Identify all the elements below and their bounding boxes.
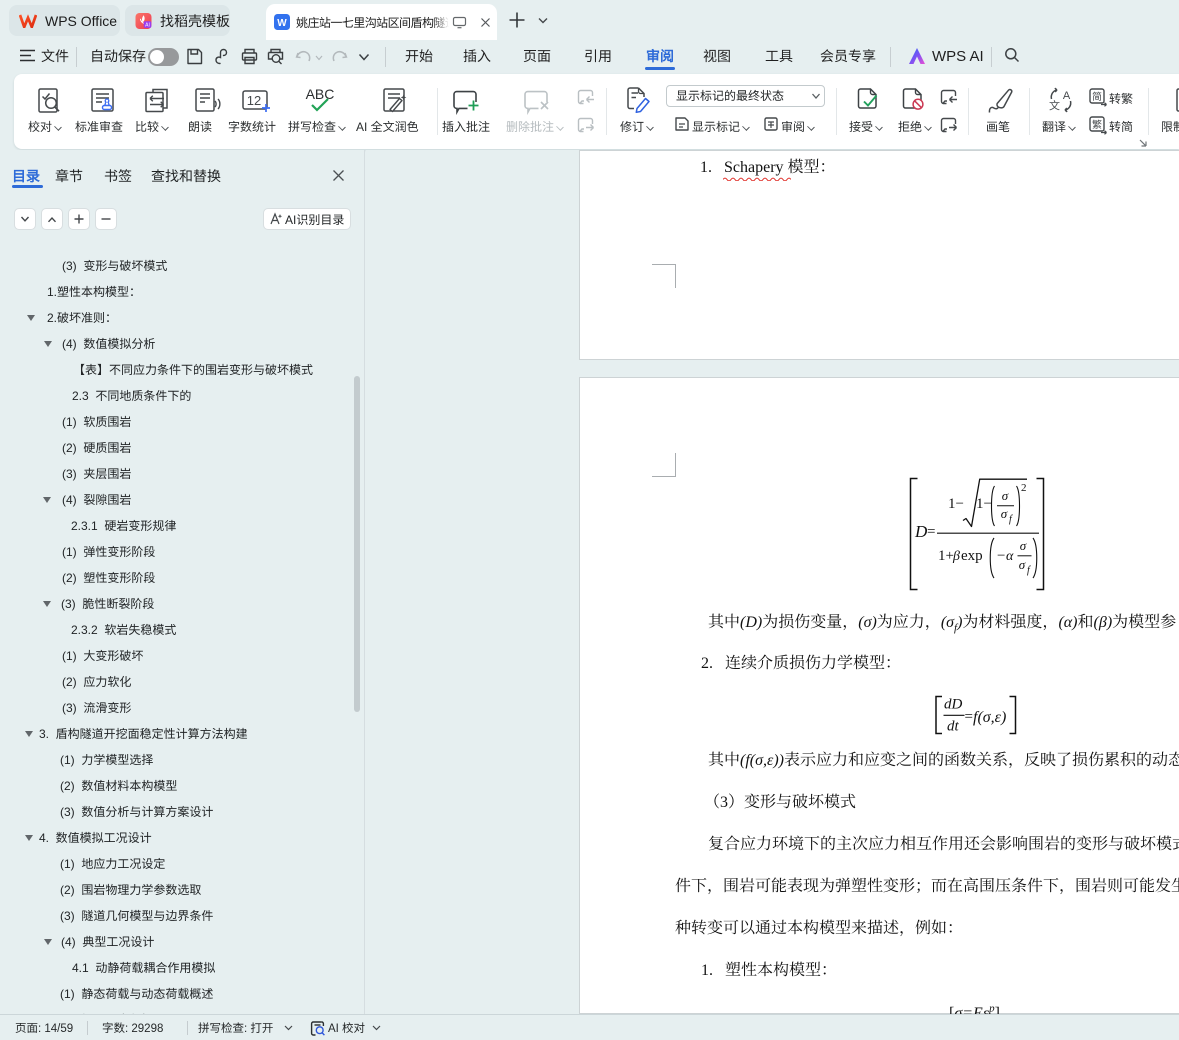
svg-text:1−: 1− xyxy=(976,496,992,512)
svg-text:dD: dD xyxy=(944,697,963,713)
svg-text:2: 2 xyxy=(1021,482,1027,494)
svg-text:exp: exp xyxy=(961,548,983,564)
svg-text:−: − xyxy=(997,548,1005,564)
svg-text:=: = xyxy=(927,524,935,540)
svg-text:文: 文 xyxy=(1049,98,1060,114)
svg-text:D: D xyxy=(914,522,928,541)
svg-text:1−: 1− xyxy=(948,496,964,512)
svg-text:f(σ,ε): f(σ,ε) xyxy=(973,709,1006,726)
svg-text:σ: σ xyxy=(1002,488,1009,503)
svg-text:f: f xyxy=(1009,514,1013,525)
svg-text:A: A xyxy=(1063,90,1071,102)
svg-text:f: f xyxy=(1027,565,1031,576)
svg-text:繁: 繁 xyxy=(1092,116,1102,131)
svg-text:σ: σ xyxy=(1001,506,1008,521)
svg-text:σ: σ xyxy=(1019,557,1026,572)
svg-text:简: 简 xyxy=(1092,88,1102,103)
svg-text:dt: dt xyxy=(947,719,960,735)
svg-text:=: = xyxy=(965,709,973,725)
svg-text:β: β xyxy=(952,549,960,564)
svg-text:12: 12 xyxy=(247,93,261,108)
svg-text:1+: 1+ xyxy=(938,548,954,564)
svg-text:α: α xyxy=(1006,549,1014,564)
svg-text:σ: σ xyxy=(1020,538,1027,553)
svg-text:ABC: ABC xyxy=(306,86,335,102)
